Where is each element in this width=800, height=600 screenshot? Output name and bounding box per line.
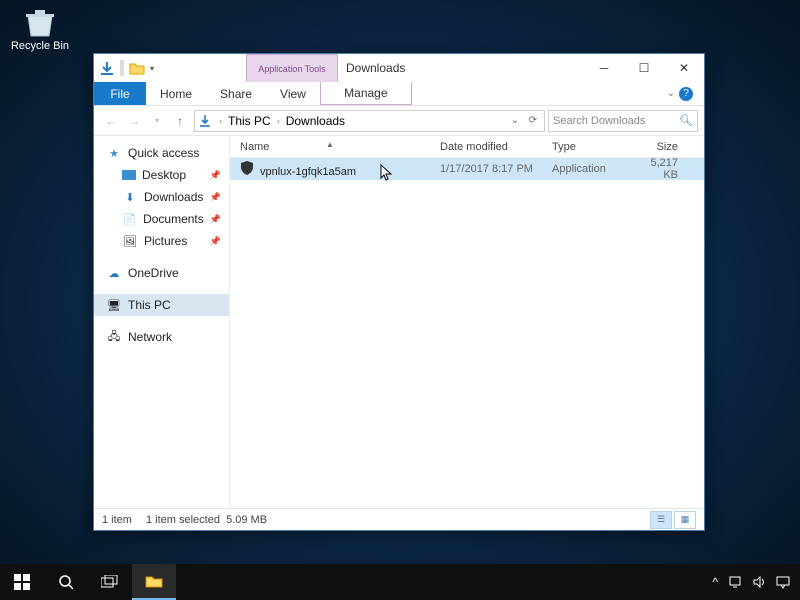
start-button[interactable] [0,564,44,600]
downloads-icon: ⬇ [122,189,138,205]
chevron-right-icon[interactable]: › [275,116,282,126]
status-selection: 1 item selected 5.09 MB [146,514,267,526]
nav-quick-access[interactable]: ★Quick access [94,142,229,164]
network-tray-icon[interactable] [728,575,742,589]
desktop-icon [122,170,136,180]
explorer-window: ▾ Application Tools Downloads ─ ☐ ✕ File… [93,53,705,531]
shield-icon [240,161,254,175]
minimize-button[interactable]: ─ [584,54,624,82]
search-icon: 🔍︎ [679,114,693,127]
taskbar: ^ [0,564,800,600]
window-title: Downloads [338,54,584,82]
nav-pictures[interactable]: 🖼Pictures📌 [94,230,229,252]
tray-chevron-icon[interactable]: ^ [712,575,718,589]
explorer-taskbar-button[interactable] [132,564,176,600]
view-toggle: ☰ ▦ [650,511,696,529]
search-input[interactable]: Search Downloads 🔍︎ [548,110,698,132]
close-button[interactable]: ✕ [664,54,704,82]
address-bar[interactable]: › This PC › Downloads ⌄ ⟳ [194,110,545,132]
ribbon-expand-icon[interactable]: ⌄ ? [662,82,704,105]
ribbon: File Home Share View Manage ⌄ ? [94,82,704,106]
search-button[interactable] [44,564,88,600]
file-menu[interactable]: File [94,82,146,105]
nav-network[interactable]: 🖧Network [94,326,229,348]
column-name[interactable]: ▲Name [230,141,430,153]
pin-icon: 📌 [210,236,221,247]
nav-documents[interactable]: 📄Documents📌 [94,208,229,230]
column-type[interactable]: Type [542,141,624,153]
status-item-count: 1 item [102,514,132,526]
quick-access-toolbar: ▾ [94,54,162,82]
forward-button[interactable]: → [123,110,145,132]
nav-desktop[interactable]: Desktop📌 [94,164,229,186]
status-bar: 1 item 1 item selected 5.09 MB ☰ ▦ [94,508,704,530]
task-view-button[interactable] [88,564,132,600]
column-size[interactable]: Size [624,141,692,153]
pin-icon: 📌 [210,170,221,181]
file-size-cell: 5,217 KB [624,157,692,181]
refresh-button[interactable]: ⟳ [524,115,542,126]
titlebar: ▾ Application Tools Downloads ─ ☐ ✕ [94,54,704,82]
pictures-icon: 🖼 [122,233,138,249]
sort-asc-icon: ▲ [326,140,334,149]
back-button[interactable]: ← [100,110,122,132]
recycle-bin-label: Recycle Bin [8,40,72,52]
action-center-icon[interactable] [776,575,790,589]
maximize-button[interactable]: ☐ [624,54,664,82]
tab-manage[interactable]: Manage [320,82,412,105]
nav-onedrive[interactable]: ☁OneDrive [94,262,229,284]
chevron-right-icon[interactable]: › [217,116,224,126]
address-dropdown-icon[interactable]: ⌄ [506,115,524,126]
breadcrumb-this-pc[interactable]: This PC [224,114,275,128]
file-list: ▲Name Date modified Type Size vpnlux-1gf… [230,136,704,508]
pin-icon: 📌 [210,214,221,225]
download-arrow-icon[interactable] [98,59,116,77]
tab-share[interactable]: Share [206,82,266,105]
column-date[interactable]: Date modified [430,141,542,153]
monitor-icon: 🖥 [106,297,122,313]
download-folder-icon [197,113,213,129]
details-view-button[interactable]: ☰ [650,511,672,529]
search-placeholder: Search Downloads [553,115,645,127]
onedrive-icon: ☁ [106,265,122,281]
navigation-bar: ← → ▾ ↑ › This PC › Downloads ⌄ ⟳ Search… [94,106,704,136]
nav-downloads[interactable]: ⬇Downloads📌 [94,186,229,208]
file-name-cell: vpnlux-1gfqk1a5am [230,161,430,178]
recycle-bin-icon [19,6,61,38]
context-tab-header: Application Tools [246,54,338,82]
system-tray: ^ [702,575,800,589]
tab-home[interactable]: Home [146,82,206,105]
icons-view-button[interactable]: ▦ [674,511,696,529]
documents-icon: 📄 [122,211,137,227]
help-icon[interactable]: ? [679,87,693,101]
network-icon: 🖧 [106,329,122,345]
breadcrumb-downloads[interactable]: Downloads [282,114,349,128]
tab-view[interactable]: View [266,82,320,105]
up-button[interactable]: ↑ [169,110,191,132]
volume-tray-icon[interactable] [752,575,766,589]
file-type-cell: Application [542,163,624,175]
divider-icon [120,60,124,76]
recycle-bin[interactable]: Recycle Bin [8,6,72,52]
folder-icon[interactable] [128,59,146,77]
navigation-pane: ★Quick access Desktop📌 ⬇Downloads📌 📄Docu… [94,136,230,508]
file-date-cell: 1/17/2017 8:17 PM [430,163,542,175]
qat-customize-icon[interactable]: ▾ [150,64,158,73]
file-row[interactable]: vpnlux-1gfqk1a5am 1/17/2017 8:17 PM Appl… [230,158,704,180]
column-headers: ▲Name Date modified Type Size [230,136,704,158]
star-icon: ★ [106,145,122,161]
nav-this-pc[interactable]: 🖥This PC [94,294,229,316]
pin-icon: 📌 [210,192,221,203]
recent-dropdown-icon[interactable]: ▾ [146,110,168,132]
